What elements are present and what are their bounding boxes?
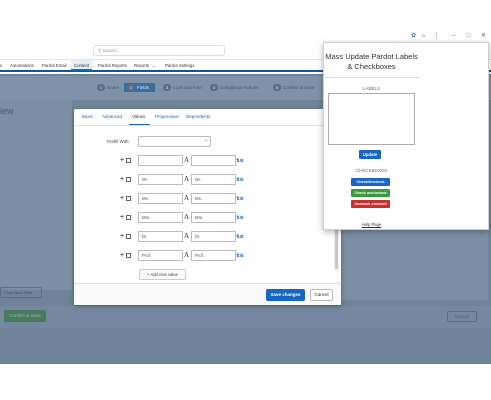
prefill-label: Prefill With: [107,139,130,144]
label-icon: A [184,175,190,183]
tab-dependents[interactable]: Dependents [186,114,210,119]
tab-progressive[interactable]: Progressive [155,114,179,119]
tab-advanced[interactable]: Advanced [102,114,122,119]
nav-item-content[interactable]: Content [71,60,93,71]
save-changes-button[interactable]: Save changes [266,289,305,301]
background-panel [0,100,72,290]
label-icon: A [184,213,190,221]
chevron-down-icon[interactable]: ⌄ [152,60,156,71]
trash-icon[interactable] [126,234,131,239]
nav-item-automations[interactable]: Automations [10,60,34,71]
empty-area [0,364,491,400]
prefill-select[interactable] [138,136,211,147]
wizard-step-name: 1 Name [97,83,119,92]
labels-textarea[interactable] [328,93,415,145]
search-placeholder: Search... [102,48,121,53]
chevron-down-icon: ⌄ [204,137,209,143]
minimize-icon[interactable]: – [450,33,457,40]
wizard-step-fields: 2 Fields [124,83,156,92]
add-row-icon[interactable]: + [120,176,124,183]
help-page-link[interactable]: Help Page [323,222,420,227]
wizard-step-completion-actions: 4 Completion Actions [210,83,259,92]
global-search-input[interactable]: ⚲ Search... [93,45,225,56]
value-input[interactable]: Dr. [138,231,183,242]
wizard-step-look-and-feel: 3 Look and Feel [163,83,202,92]
add-row-icon[interactable]: + [120,195,124,202]
confirm-save-button: Confirm & Save [4,310,46,322]
trash-icon[interactable] [126,196,131,201]
maximize-icon[interactable]: □ [465,33,472,40]
kebab-menu-icon[interactable]: ⋮ [433,33,440,40]
toggle-icon[interactable]: ⇅⚙ [236,177,244,183]
checkboxes-heading: CHECKBOXES [355,168,388,173]
nav-item-reports[interactable]: Reports [134,60,149,71]
nav-item-partial[interactable]: s [0,60,2,71]
label-input[interactable] [191,155,236,166]
tab-basic[interactable]: Basic [82,114,93,119]
nav-item-pardot-email[interactable]: Pardot Email [42,60,67,71]
trash-icon[interactable] [126,215,131,220]
nav-item-pardot-reports[interactable]: Pardot Reports [98,60,127,71]
label-input[interactable]: Ms. [191,193,236,204]
wizard-step-confirm-save: 5 Confirm & Save [273,83,315,92]
close-icon[interactable]: ✕ [480,33,487,40]
browser-toolbar [0,0,491,42]
value-input[interactable]: Mr. [138,174,183,185]
toggle-icon[interactable]: ⇅⚙ [236,158,244,164]
label-input[interactable]: Mrs. [191,212,236,223]
background-cancel-button: Cancel [447,311,477,322]
popup-title: Mass Update Pardot Labels & Checkboxes [325,52,418,71]
update-button[interactable]: Update [359,150,381,159]
label-icon: A [184,251,190,259]
active-tab-indicator [129,124,150,125]
trash-icon[interactable] [126,158,131,163]
value-input[interactable]: Mrs. [138,212,183,223]
add-row-icon[interactable]: + [120,157,124,164]
label-input[interactable]: Prof. [191,250,236,261]
add-row-icon[interactable]: + [120,214,124,221]
label-input[interactable]: Dr. [191,231,236,242]
value-input[interactable]: Prof. [138,250,183,261]
check-unchecked-button[interactable]: Check unchecked [351,189,390,197]
nav-item-pardot-settings[interactable]: Pardot Settings [165,60,194,71]
check-uncheck-button[interactable]: Check/Uncheck [351,178,390,186]
background-page-title: iew [0,106,14,116]
label-icon: A [184,194,190,202]
background-footer [0,306,491,328]
toggle-icon[interactable]: ⇅⚙ [236,215,244,221]
cancel-button[interactable]: Cancel [310,289,333,301]
toggle-icon[interactable]: ⇅⚙ [236,234,244,240]
value-input[interactable]: Ms. [138,193,183,204]
uncheck-checked-button[interactable]: Uncheck checked [351,200,390,208]
toggle-icon[interactable]: ⇅⚙ [236,253,244,259]
trash-icon[interactable] [126,253,131,258]
label-icon: A [184,156,190,164]
home-icon[interactable]: ⌂ [420,33,427,40]
extension-icon[interactable]: ✿ [410,33,417,40]
add-new-value-button[interactable]: + Add new value [139,269,186,280]
label-input[interactable]: Mr. [191,174,236,185]
label-icon: A [184,232,190,240]
add-new-field-button: + Add New Field [0,287,42,298]
labels-heading: LABELS [362,86,380,91]
value-input[interactable] [138,155,183,166]
popup-divider [323,77,420,78]
toggle-icon[interactable]: ⇅⚙ [236,196,244,202]
add-row-icon[interactable]: + [120,252,124,259]
tab-values[interactable]: Values [132,114,145,119]
add-row-icon[interactable]: + [120,233,124,240]
trash-icon[interactable] [126,177,131,182]
